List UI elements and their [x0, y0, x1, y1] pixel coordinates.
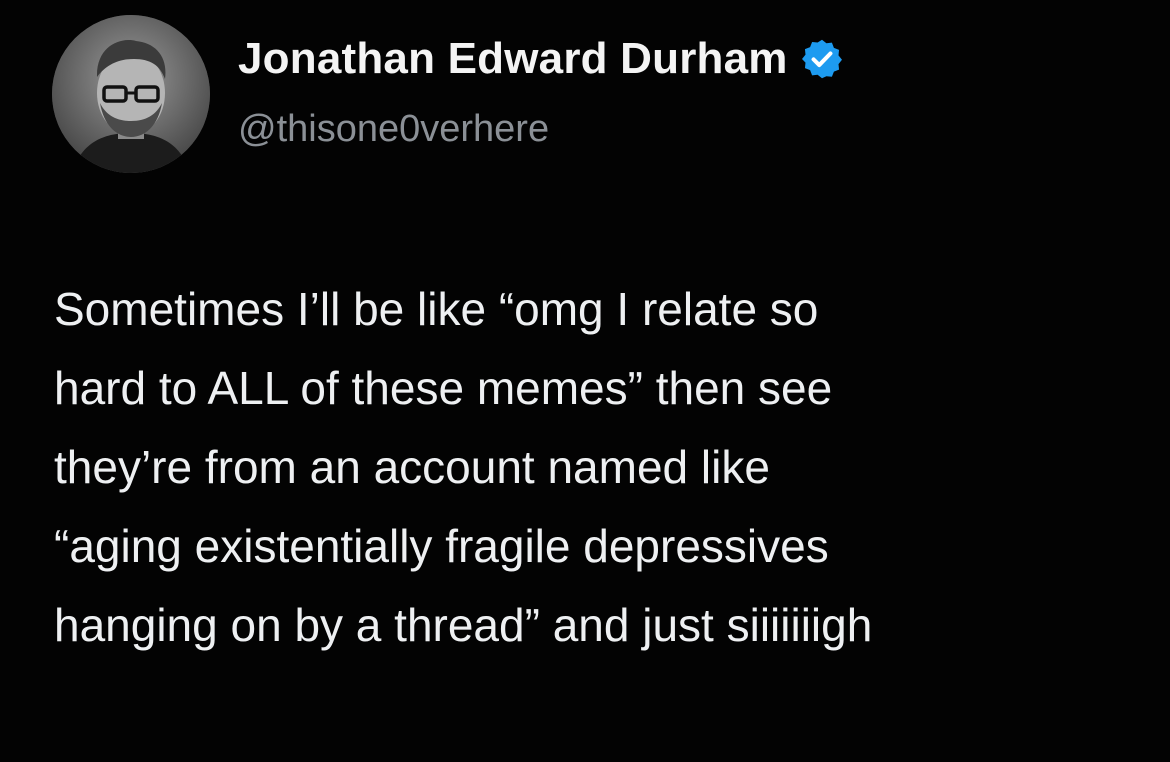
- avatar-photo-icon: [52, 15, 210, 173]
- author-name-row: Jonathan Edward Durham: [238, 34, 844, 84]
- author-handle[interactable]: @thisone0verhere: [238, 108, 549, 151]
- tweet-card: Jonathan Edward Durham @thisone0verhere …: [0, 0, 1170, 762]
- tweet-text-line: Sometimes I’ll be like “omg I relate so: [54, 283, 819, 335]
- tweet-text-line: hard to ALL of these memes” then see: [54, 362, 833, 414]
- author-display-name[interactable]: Jonathan Edward Durham: [238, 34, 788, 84]
- tweet-text-line: they’re from an account named like: [54, 441, 770, 493]
- verified-badge-icon: [800, 37, 844, 81]
- author-avatar[interactable]: [52, 15, 210, 173]
- tweet-text-line: hanging on by a thread” and just siiiiii…: [54, 599, 873, 651]
- tweet-text: Sometimes I’ll be like “omg I relate so …: [54, 270, 1154, 665]
- tweet-text-line: “aging existentially fragile depressives: [54, 520, 829, 572]
